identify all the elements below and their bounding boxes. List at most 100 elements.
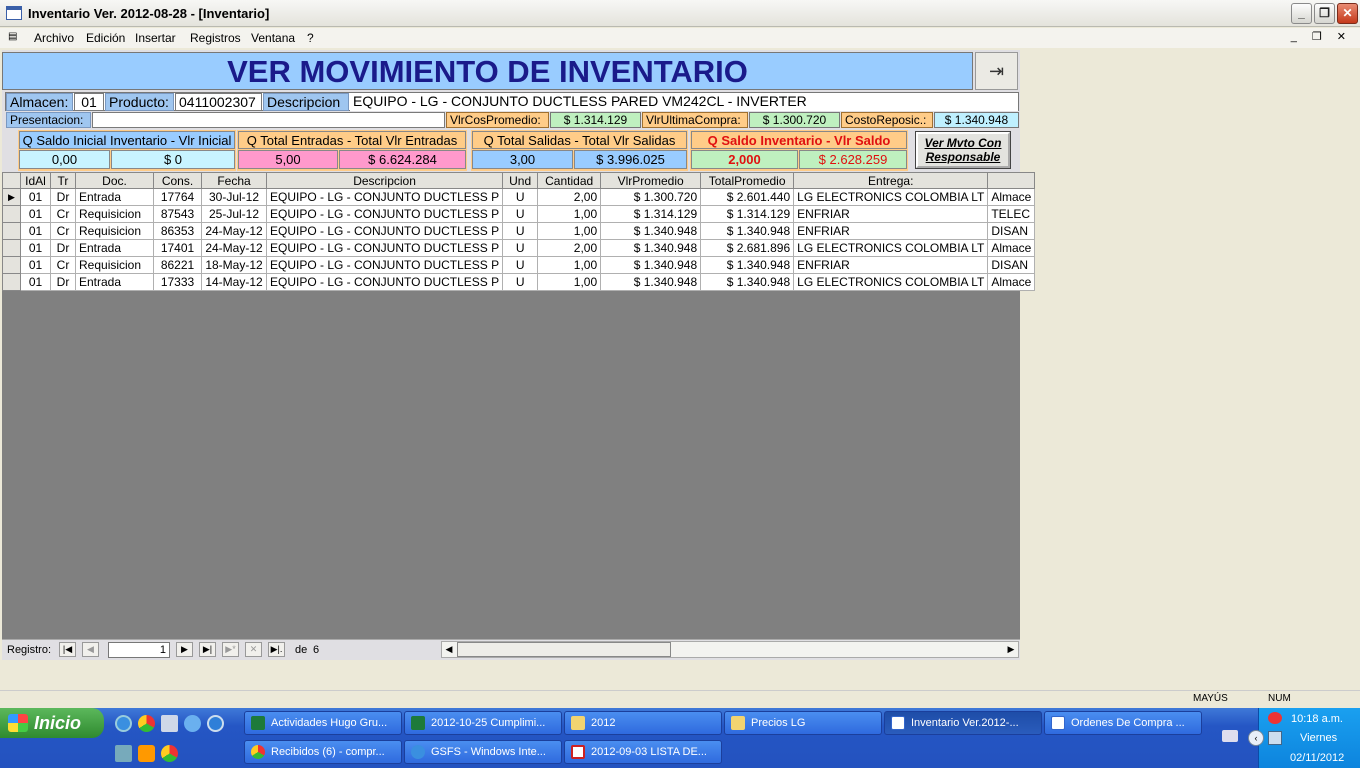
cell-idal[interactable]: 01 xyxy=(20,239,51,257)
table-row[interactable]: 01 Cr Requisicion 86353 24-May-12 EQUIPO - LG… xyxy=(2,222,1036,240)
cell-cons[interactable]: 17333 xyxy=(153,273,202,291)
col-header-tr[interactable]: Tr xyxy=(50,172,76,189)
col-header-und[interactable]: Und xyxy=(502,172,539,189)
cell-extra[interactable]: Almace xyxy=(987,273,1036,291)
cell-extra[interactable]: DISAN xyxy=(987,222,1036,240)
cell-und[interactable]: U xyxy=(502,256,539,274)
row-selector[interactable] xyxy=(2,256,21,274)
task-button-recibidos[interactable]: Recibidos (6) - compr... xyxy=(244,740,402,764)
task-button-ordenes[interactable]: Ordenes De Compra ... xyxy=(1044,711,1202,735)
col-header-entrega[interactable]: Entrega: xyxy=(793,172,989,189)
table-row[interactable]: ▶ 01 Dr Entrada 17764 30-Jul-12 EQUIPO - LG - … xyxy=(2,188,1036,206)
cell-cons[interactable]: 17401 xyxy=(153,239,202,257)
cell-vlrpromedio[interactable]: $ 1.314.129 xyxy=(600,205,702,223)
cell-cantidad[interactable]: 2,00 xyxy=(537,239,602,257)
col-header-cantidad[interactable]: Cantidad xyxy=(537,172,602,189)
cell-cons[interactable]: 87543 xyxy=(153,205,202,223)
cell-totalpromedio[interactable]: $ 2.681.896 xyxy=(700,239,795,257)
cell-idal[interactable]: 01 xyxy=(20,273,51,291)
almacen-field[interactable]: 01 xyxy=(74,93,104,111)
cell-idal[interactable]: 01 xyxy=(20,256,51,274)
cell-tr[interactable]: Cr xyxy=(50,222,76,240)
chrome-quicklaunch-icon[interactable] xyxy=(138,715,155,732)
cell-cons[interactable]: 86353 xyxy=(153,222,202,240)
cell-cons[interactable]: 17764 xyxy=(153,188,202,206)
cell-extra[interactable]: Almace xyxy=(987,239,1036,257)
cell-extra[interactable]: Almace xyxy=(987,188,1036,206)
cell-entrega[interactable]: LG ELECTRONICS COLOMBIA LT xyxy=(793,239,989,257)
cell-idal[interactable]: 01 xyxy=(20,188,51,206)
row-selector[interactable] xyxy=(2,273,21,291)
salidas-q[interactable]: 3,00 xyxy=(472,150,573,169)
cell-entrega[interactable]: ENFRIAR xyxy=(793,256,989,274)
cell-descripcion[interactable]: EQUIPO - LG - CONJUNTO DUCTLESS P xyxy=(265,273,504,291)
row-selector[interactable] xyxy=(2,205,21,223)
menu-insertar[interactable]: Insertar xyxy=(135,31,176,45)
mdi-window-controls[interactable]: _ ❐ ✕ xyxy=(1291,30,1352,43)
ver-mvto-responsable-button[interactable]: Ver Mvto Con Responsable xyxy=(915,131,1011,169)
tool-quicklaunch-icon[interactable] xyxy=(115,745,132,762)
scroll-left-icon[interactable]: ◀ xyxy=(442,642,456,657)
task-button-precios-lg[interactable]: Precios LG xyxy=(724,711,882,735)
cell-und[interactable]: U xyxy=(502,205,539,223)
col-header-fecha[interactable]: Fecha xyxy=(201,172,267,189)
cell-doc[interactable]: Entrada xyxy=(75,188,154,206)
minimize-button[interactable]: _ xyxy=(1291,3,1312,24)
col-header-vlrpromedio[interactable]: VlrPromedio xyxy=(600,172,702,189)
cell-vlrpromedio[interactable]: $ 1.340.948 xyxy=(600,256,702,274)
clock-time[interactable]: 10:18 a.m. xyxy=(1291,713,1343,725)
table-row[interactable]: 01 Dr Entrada 17333 14-May-12 EQUIPO - LG - C… xyxy=(2,273,1036,291)
cell-descripcion[interactable]: EQUIPO - LG - CONJUNTO DUCTLESS P xyxy=(265,188,504,206)
cell-doc[interactable]: Requisicion xyxy=(75,222,154,240)
task-button-cumplimiento[interactable]: 2012-10-25 Cumplimi... xyxy=(404,711,562,735)
salidas-v[interactable]: $ 3.996.025 xyxy=(574,150,687,169)
table-row[interactable]: 01 Cr Requisicion 86221 18-May-12 EQUIPO - LG… xyxy=(2,256,1036,274)
last-record-button[interactable]: ▶| xyxy=(199,642,216,657)
next-record-button[interactable]: ▶ xyxy=(176,642,193,657)
close-button[interactable]: ✕ xyxy=(1337,3,1358,24)
cell-totalpromedio[interactable]: $ 1.340.948 xyxy=(700,256,795,274)
cell-tr[interactable]: Cr xyxy=(50,256,76,274)
task-button-gsfs[interactable]: GSFS - Windows Inte... xyxy=(404,740,562,764)
cell-fecha[interactable]: 14-May-12 xyxy=(201,273,267,291)
cell-totalpromedio[interactable]: $ 1.314.129 xyxy=(700,205,795,223)
vlrcos-field[interactable]: $ 1.314.129 xyxy=(550,112,641,128)
task-button-actividades[interactable]: Actividades Hugo Gru... xyxy=(244,711,402,735)
first-record-button[interactable]: |◀ xyxy=(59,642,76,657)
table-row[interactable]: 01 Dr Entrada 17401 24-May-12 EQUIPO - LG - C… xyxy=(2,239,1036,257)
task-button-2012-folder[interactable]: 2012 xyxy=(564,711,722,735)
task-button-inventario[interactable]: Inventario Ver.2012-... xyxy=(884,711,1042,735)
record-number-input[interactable]: 1 xyxy=(108,642,170,658)
cell-cons[interactable]: 86221 xyxy=(153,256,202,274)
cell-fecha[interactable]: 24-May-12 xyxy=(201,239,267,257)
col-header-cons[interactable]: Cons. xyxy=(153,172,202,189)
col-header-extra[interactable] xyxy=(987,172,1036,189)
cell-cantidad[interactable]: 1,00 xyxy=(537,222,602,240)
filter-record-button[interactable]: ▶|. xyxy=(268,642,285,657)
media-quicklaunch-icon[interactable] xyxy=(161,745,178,762)
prev-record-button[interactable]: ◀ xyxy=(82,642,99,657)
costo-field[interactable]: $ 1.340.948 xyxy=(934,112,1019,128)
cell-tr[interactable]: Dr xyxy=(50,239,76,257)
ie2-quicklaunch-icon[interactable] xyxy=(207,715,224,732)
cell-cantidad[interactable]: 1,00 xyxy=(537,256,602,274)
cell-tr[interactable]: Cr xyxy=(50,205,76,223)
saldo-v[interactable]: $ 2.628.259 xyxy=(799,150,907,169)
cell-fecha[interactable]: 30-Jul-12 xyxy=(201,188,267,206)
cell-cantidad[interactable]: 1,00 xyxy=(537,273,602,291)
cell-totalpromedio[interactable]: $ 1.340.948 xyxy=(700,222,795,240)
vlrultima-field[interactable]: $ 1.300.720 xyxy=(749,112,840,128)
cell-tr[interactable]: Dr xyxy=(50,188,76,206)
cell-und[interactable]: U xyxy=(502,222,539,240)
menu-registros[interactable]: Registros xyxy=(190,31,241,45)
ie-quicklaunch-icon[interactable] xyxy=(115,715,132,732)
restore-button[interactable]: ❐ xyxy=(1314,3,1335,24)
cell-vlrpromedio[interactable]: $ 1.300.720 xyxy=(600,188,702,206)
cell-fecha[interactable]: 25-Jul-12 xyxy=(201,205,267,223)
cell-descripcion[interactable]: EQUIPO - LG - CONJUNTO DUCTLESS P xyxy=(265,222,504,240)
cell-totalpromedio[interactable]: $ 2.601.440 xyxy=(700,188,795,206)
cell-extra[interactable]: DISAN xyxy=(987,256,1036,274)
tray-expand-icon[interactable]: ‹ xyxy=(1248,730,1264,746)
row-selector-header[interactable] xyxy=(2,172,21,189)
cell-fecha[interactable]: 24-May-12 xyxy=(201,222,267,240)
